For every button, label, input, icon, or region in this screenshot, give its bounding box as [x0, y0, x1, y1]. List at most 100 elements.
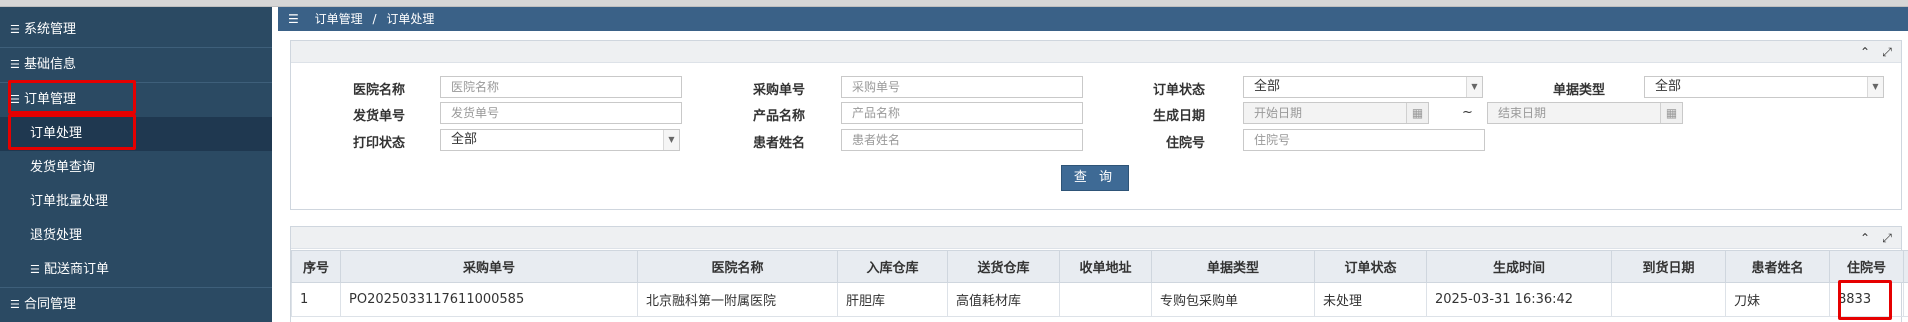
column-header: 住院号 — [1829, 250, 1904, 283]
sidebar-item-batch-processing[interactable]: 订单批量处理 — [0, 185, 272, 219]
sidebar-item-label: 订单处理 — [30, 126, 83, 141]
collapse-icon[interactable]: ⌃ — [1857, 230, 1873, 246]
column-header: 入库仓库 — [837, 250, 948, 283]
column-header: 订单状态 — [1314, 250, 1427, 283]
sidebar-item-label: 合同管理 — [24, 297, 77, 312]
list-icon: ☰ — [10, 298, 20, 311]
table-cell: 专购包采购单 — [1151, 282, 1315, 317]
sidebar-item-basic-info[interactable]: ☰ 基础信息 — [0, 48, 272, 82]
query-button[interactable]: 查 询 — [1061, 165, 1129, 191]
table-cell: 肝胆库 — [837, 282, 948, 317]
column-header: 送货仓库 — [947, 250, 1060, 283]
sidebar-item-shipment-query[interactable]: 发货单查询 — [0, 151, 272, 185]
sidebar-item-order-processing[interactable]: 订单处理 — [0, 117, 272, 151]
search-panel-header: ⌃ ⤢ — [291, 41, 1901, 63]
search-panel: ⌃ ⤢ 医院名称 采购单号 订单状态 全部 ▼ 单据类型 全部 ▼ 发货单号 产品名… — [290, 40, 1902, 210]
sidebar-item-label: 退货处理 — [30, 228, 83, 243]
order-status-select[interactable]: 全部 ▼ — [1243, 76, 1483, 98]
purchase-no-label: 采购单号 — [752, 83, 805, 98]
column-header: 患者姓名 — [1725, 250, 1830, 283]
table-cell: 刀妹 — [1725, 282, 1830, 317]
breadcrumb-parent[interactable]: 订单管理 — [315, 12, 363, 26]
end-date-input[interactable]: 结束日期 ▦ — [1487, 102, 1683, 124]
sidebar-item-system[interactable]: ☰ 系统管理 — [0, 13, 272, 47]
order-status-value: 全部 — [1254, 79, 1281, 94]
chevron-down-icon: ▼ — [1466, 77, 1482, 97]
patient-name-input[interactable] — [841, 129, 1083, 151]
orders-table: 序号 采购单号 医院名称 入库仓库 送货仓库 收单地址 单据类型 订单状态 生成… — [291, 250, 1908, 317]
breadcrumb-current: 订单处理 — [386, 12, 435, 26]
gen-date-label: 生成日期 — [1152, 109, 1205, 124]
patient-name-label: 患者姓名 — [752, 136, 805, 151]
sidebar-item-distributor-orders[interactable]: ☰ 配送商订单 — [0, 253, 272, 287]
sidebar-item-label: 配送商订单 — [44, 262, 110, 277]
calendar-icon[interactable]: ▦ — [1406, 103, 1428, 123]
sidebar-item-label: 订单批量处理 — [30, 194, 109, 209]
window-top-strip — [0, 0, 1908, 7]
print-status-label: 打印状态 — [352, 136, 405, 151]
table-cell — [1059, 282, 1152, 317]
list-icon: ☰ — [10, 93, 20, 106]
table-row[interactable]: 1 PO2025033117611000585 北京融科第一附属医院 肝胆库 高… — [291, 282, 1908, 317]
ship-no-input[interactable] — [440, 102, 682, 124]
start-date-input[interactable]: 开始日期 ▦ — [1243, 102, 1429, 124]
doc-type-select[interactable]: 全部 ▼ — [1644, 76, 1884, 98]
column-header: 生成时间 — [1426, 250, 1612, 283]
action-cell — [1903, 282, 1908, 317]
sidebar-item-label: 系统管理 — [24, 22, 77, 37]
table-cell: PO2025033117611000585 — [340, 282, 638, 317]
hospital-label: 医院名称 — [352, 83, 405, 98]
list-icon: ☰ — [10, 23, 20, 36]
table-cell: 高值耗材库 — [947, 282, 1060, 317]
table-cell: 北京融科第一附属医院 — [637, 282, 838, 317]
table-cell: 1 — [291, 282, 341, 317]
breadcrumb-separator: / — [372, 12, 377, 26]
product-name-label: 产品名称 — [752, 109, 805, 124]
product-name-input[interactable] — [841, 102, 1083, 124]
print-status-select[interactable]: 全部 ▼ — [440, 129, 680, 151]
hospital-input[interactable] — [440, 76, 682, 98]
menu-icon[interactable]: ☰ — [288, 7, 299, 31]
results-panel: ⌃ ⤢ 序号 采购单号 医院名称 入库仓库 送货仓库 收单地址 单据类型 订单状… — [290, 226, 1908, 322]
column-header: 收单地址 — [1059, 250, 1152, 283]
collapse-icon[interactable]: ⌃ — [1857, 44, 1873, 60]
column-header: 单据类型 — [1151, 250, 1315, 283]
results-panel-header: ⌃ ⤢ — [291, 227, 1901, 249]
purchase-no-input[interactable] — [841, 76, 1083, 98]
table-cell — [1611, 282, 1726, 317]
inpatient-no-label: 住院号 — [1165, 136, 1205, 151]
start-date-placeholder: 开始日期 — [1254, 106, 1303, 120]
inpatient-no-input[interactable] — [1243, 129, 1485, 151]
calendar-icon[interactable]: ▦ — [1660, 103, 1682, 123]
column-header: 采购单号 — [340, 250, 638, 283]
ship-no-label: 发货单号 — [352, 109, 405, 124]
sidebar-item-contracts[interactable]: ☰ 合同管理 — [0, 288, 272, 322]
table-cell: 8833 — [1829, 282, 1904, 317]
sidebar-item-returns[interactable]: 退货处理 — [0, 219, 272, 253]
sidebar-item-label: 基础信息 — [24, 57, 77, 72]
table-cell: 2025-03-31 16:36:42 — [1426, 282, 1612, 317]
expand-icon[interactable]: ⤢ — [1879, 44, 1895, 60]
sidebar-item-label: 发货单查询 — [30, 160, 96, 175]
column-header: 操作 — [1903, 250, 1908, 283]
column-header: 到货日期 — [1611, 250, 1726, 283]
sidebar: ☰ 系统管理 ☰ 基础信息 ☰ 订单管理 订单处理 发货单查询 订单批量处理 退货处理… — [0, 7, 272, 322]
chevron-down-icon: ▼ — [663, 130, 679, 150]
column-header: 序号 — [291, 250, 341, 283]
date-range-separator: ~ — [1462, 105, 1473, 120]
expand-icon[interactable]: ⤢ — [1879, 230, 1895, 246]
column-header: 医院名称 — [637, 250, 838, 283]
table-header-row: 序号 采购单号 医院名称 入库仓库 送货仓库 收单地址 单据类型 订单状态 生成… — [291, 250, 1908, 283]
list-icon: ☰ — [30, 263, 40, 276]
sidebar-item-label: 订单管理 — [24, 92, 77, 107]
chevron-down-icon: ▼ — [1867, 77, 1883, 97]
order-status-label: 订单状态 — [1152, 83, 1205, 98]
list-icon: ☰ — [10, 58, 20, 71]
doc-type-value: 全部 — [1655, 79, 1682, 94]
doc-type-label: 单据类型 — [1552, 83, 1605, 98]
print-status-value: 全部 — [451, 132, 478, 147]
end-date-placeholder: 结束日期 — [1498, 106, 1547, 120]
breadcrumb: ☰ 订单管理 / 订单处理 — [278, 7, 1908, 31]
table-cell: 未处理 — [1314, 282, 1427, 317]
sidebar-item-order-management[interactable]: ☰ 订单管理 — [0, 83, 272, 117]
